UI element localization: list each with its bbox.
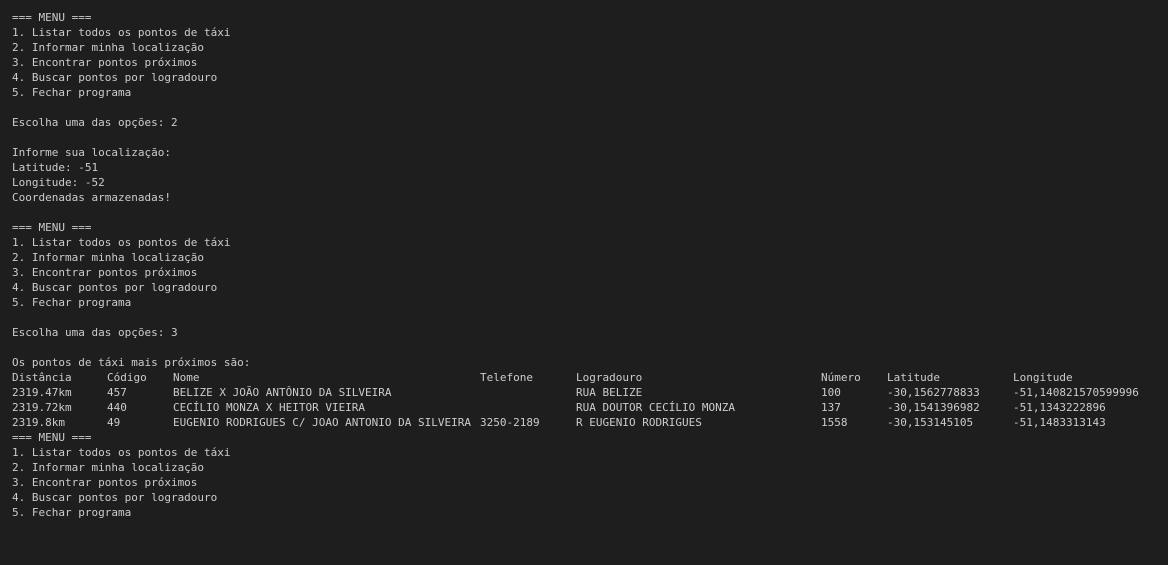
menu-item: 2. Informar minha localização [12, 251, 205, 264]
header-code: Código [107, 371, 147, 384]
menu-item: 4. Buscar pontos por logradouro [12, 281, 218, 294]
cell-latitude: -30,1562778833 [887, 386, 980, 399]
menu-item: 1. Listar todos os pontos de táxi [12, 236, 231, 249]
cell-street: RUA DOUTOR CECÍLIO MONZA [576, 401, 735, 414]
cell-distance: 2319.8km [12, 416, 65, 429]
menu-item: 5. Fechar programa [12, 86, 132, 99]
menu-item: 1. Listar todos os pontos de táxi [12, 26, 231, 39]
terminal-output: === MENU === 1. Listar todos os pontos d… [12, 10, 1162, 520]
confirmation-message: Coordenadas armazenadas! [12, 191, 171, 204]
menu-item: 2. Informar minha localização [12, 461, 205, 474]
results-title: Os pontos de táxi mais próximos são: [12, 356, 251, 369]
menu-item: 3. Encontrar pontos próximos [12, 56, 198, 69]
cell-latitude: -30,153145105 [887, 416, 974, 429]
location-prompt: Informe sua localização: [12, 146, 171, 159]
cell-street: R EUGENIO RODRIGUES [576, 416, 702, 429]
table-row: 2319.72km 440 CECÍLIO MONZA X HEITOR VIE… [12, 400, 1162, 415]
cell-longitude: -51,1343222896 [1013, 401, 1106, 414]
menu-item: 4. Buscar pontos por logradouro [12, 491, 218, 504]
menu-item: 3. Encontrar pontos próximos [12, 266, 198, 279]
cell-name: EUGENIO RODRIGUES C/ JOAO ANTONIO DA SIL… [173, 416, 472, 429]
cell-number: 137 [821, 401, 841, 414]
cell-phone: 3250-2189 [480, 416, 540, 429]
menu-header: === MENU === [12, 11, 92, 24]
cell-distance: 2319.72km [12, 401, 72, 414]
cell-longitude: -51,140821570599996 [1013, 386, 1139, 399]
cell-street: RUA BELIZE [576, 386, 643, 399]
longitude-line: Longitude: -52 [12, 176, 105, 189]
menu-item: 2. Informar minha localização [12, 41, 205, 54]
cell-distance: 2319.47km [12, 386, 72, 399]
menu-header: === MENU === [12, 221, 92, 234]
header-distance: Distância [12, 371, 72, 384]
table-header: Distância Código Nome Telefone Logradour… [12, 370, 1162, 385]
cell-number: 100 [821, 386, 841, 399]
cell-code: 457 [107, 386, 127, 399]
header-number: Número [821, 371, 861, 384]
header-latitude: Latitude [887, 371, 940, 384]
cell-number: 1558 [821, 416, 848, 429]
option-prompt: Escolha uma das opções: 2 [12, 116, 178, 129]
menu-header: === MENU === [12, 431, 92, 444]
cell-name: BELIZE X JOÃO ANTÔNIO DA SILVEIRA [173, 386, 392, 399]
menu-item: 1. Listar todos os pontos de táxi [12, 446, 231, 459]
table-row: 2319.8km 49 EUGENIO RODRIGUES C/ JOAO AN… [12, 415, 1162, 430]
menu-item: 3. Encontrar pontos próximos [12, 476, 198, 489]
cell-code: 440 [107, 401, 127, 414]
latitude-line: Latitude: -51 [12, 161, 99, 174]
menu-item: 5. Fechar programa [12, 506, 132, 519]
cell-name: CECÍLIO MONZA X HEITOR VIEIRA [173, 401, 366, 414]
cell-latitude: -30,1541396982 [887, 401, 980, 414]
header-street: Logradouro [576, 371, 643, 384]
table-row: 2319.47km 457 BELIZE X JOÃO ANTÔNIO DA S… [12, 385, 1162, 400]
cell-code: 49 [107, 416, 121, 429]
menu-item: 4. Buscar pontos por logradouro [12, 71, 218, 84]
header-longitude: Longitude [1013, 371, 1073, 384]
option-prompt: Escolha uma das opções: 3 [12, 326, 178, 339]
menu-item: 5. Fechar programa [12, 296, 132, 309]
header-name: Nome [173, 371, 200, 384]
header-phone: Telefone [480, 371, 533, 384]
cell-longitude: -51,1483313143 [1013, 416, 1106, 429]
